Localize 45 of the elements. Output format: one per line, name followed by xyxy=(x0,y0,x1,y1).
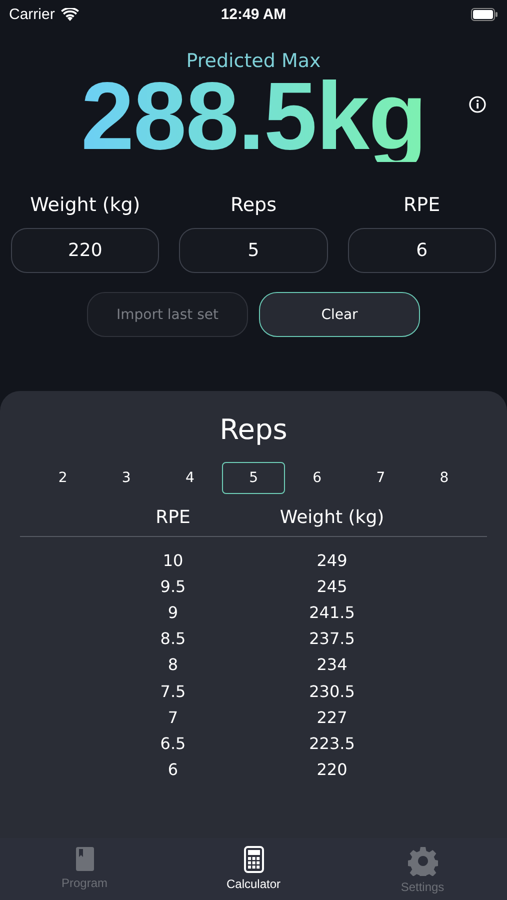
table-cell-text: 230.5 xyxy=(308,682,356,701)
input-field[interactable]: 220 xyxy=(11,228,160,273)
action-button[interactable]: Clear xyxy=(259,292,420,337)
table-cell-text: 9 xyxy=(166,602,180,622)
table-cell-text: 234 xyxy=(316,655,348,674)
table-cell-text: 237.5 xyxy=(308,629,356,648)
sheet-title: Reps xyxy=(220,413,288,446)
battery-icon xyxy=(471,8,498,20)
wifi-icon xyxy=(60,8,79,20)
table-cell-text: 7.5 xyxy=(159,682,187,701)
table-cell-text: 9.5 xyxy=(159,576,187,596)
reps-option[interactable]: 8 xyxy=(412,462,476,494)
reps-option[interactable]: 5 xyxy=(222,462,286,494)
table-cell-text: 10 xyxy=(162,550,184,570)
table-cell-text: 7 xyxy=(166,708,180,727)
reps-option[interactable]: 4 xyxy=(158,462,222,494)
calculator-icon xyxy=(244,846,264,873)
reps-option[interactable]: 3 xyxy=(94,462,158,494)
table-cell-text: 223.5 xyxy=(308,734,356,753)
table-cell-text: 6.5 xyxy=(159,734,187,753)
predicted-max-label: Predicted Max xyxy=(186,50,321,72)
reps-option[interactable]: 7 xyxy=(348,462,412,494)
field-label: RPE xyxy=(403,194,440,216)
table-cell-text: 227 xyxy=(316,708,348,727)
field-label: Weight (kg) xyxy=(30,194,140,216)
column-header: Weight (kg) xyxy=(278,507,386,528)
table-cell-text: 8 xyxy=(166,655,180,674)
reps-option[interactable]: 2 xyxy=(31,462,95,494)
input-field[interactable]: 6 xyxy=(348,228,496,273)
book-icon xyxy=(74,846,94,872)
table-cell-text: 8.5 xyxy=(159,629,187,648)
field-label: Reps xyxy=(230,194,276,216)
input-field[interactable]: 5 xyxy=(179,228,328,273)
table-cell-text: 249 xyxy=(316,550,348,570)
table-cell-text: 245 xyxy=(316,576,348,596)
clock-time: 12:49 AM xyxy=(220,6,286,22)
tab-item[interactable]: Calculator xyxy=(169,838,338,900)
column-header: RPE xyxy=(154,507,192,528)
carrier-label: Carrier xyxy=(9,6,55,22)
table-cell-text: 241.5 xyxy=(308,602,356,622)
gear-icon xyxy=(408,846,438,876)
info-icon[interactable] xyxy=(469,96,486,113)
table-cell-text: 6 xyxy=(166,760,180,780)
reps-option[interactable]: 6 xyxy=(285,462,349,494)
table-cell-text: 220 xyxy=(316,760,348,780)
